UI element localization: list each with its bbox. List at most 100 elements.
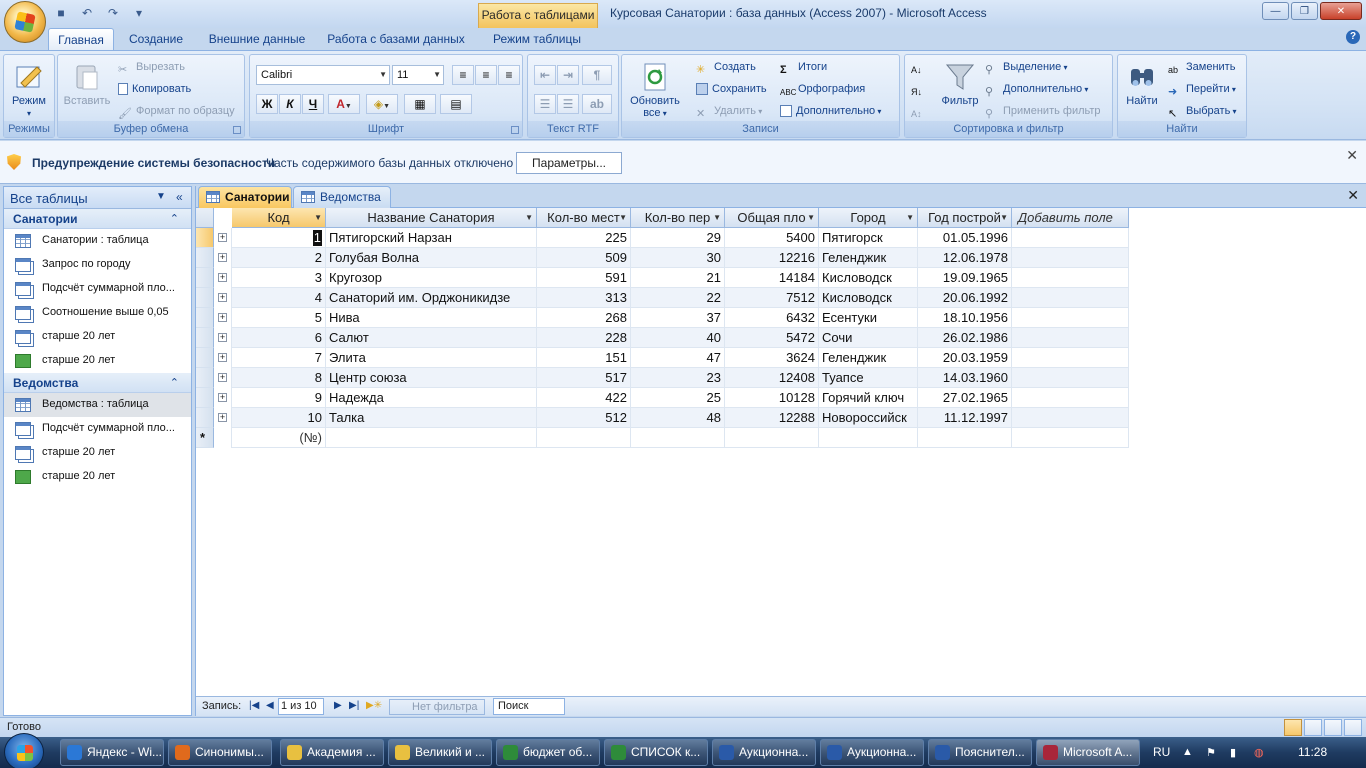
- totals-button[interactable]: Σ Итоги: [780, 58, 827, 76]
- taskbar-item[interactable]: Синонимы...: [168, 739, 272, 766]
- table-cell[interactable]: 20.06.1992: [918, 288, 1012, 308]
- table-cell[interactable]: [1012, 428, 1129, 448]
- table-cell[interactable]: Надежда: [326, 388, 537, 408]
- table-cell[interactable]: Санаторий им. Орджоникидзе: [326, 288, 537, 308]
- volume-muted-icon[interactable]: ◍: [1254, 746, 1266, 759]
- doc-tab-vedomstva[interactable]: Ведомства: [293, 186, 391, 208]
- table-cell[interactable]: (№): [232, 428, 326, 448]
- save-icon[interactable]: ■: [52, 5, 70, 21]
- underline-button[interactable]: Ч: [302, 94, 324, 114]
- table-cell[interactable]: 9: [232, 388, 326, 408]
- table-cell[interactable]: [1012, 368, 1129, 388]
- filter-status[interactable]: Нет фильтра: [389, 699, 485, 715]
- gridlines-button[interactable]: ▦: [404, 94, 436, 114]
- table-cell[interactable]: 20.03.1959: [918, 348, 1012, 368]
- taskbar-item[interactable]: Microsoft A...: [1036, 739, 1140, 766]
- table-cell[interactable]: 11.12.1997: [918, 408, 1012, 428]
- table-cell[interactable]: 5472: [725, 328, 819, 348]
- table-cell[interactable]: 591: [537, 268, 631, 288]
- chevron-down-icon[interactable]: ▼: [906, 208, 914, 227]
- customize-qat-icon[interactable]: ▾: [130, 5, 148, 21]
- search-input[interactable]: Поиск: [493, 698, 565, 715]
- table-cell[interactable]: 47: [631, 348, 725, 368]
- table-cell[interactable]: 48: [631, 408, 725, 428]
- table-cell[interactable]: 5: [232, 308, 326, 328]
- align-right-button[interactable]: ≡: [498, 65, 520, 85]
- table-cell[interactable]: 26.02.1986: [918, 328, 1012, 348]
- nav-item[interactable]: старше 20 лет: [4, 325, 191, 349]
- subdatasheet-expander[interactable]: +: [214, 368, 232, 388]
- table-cell[interactable]: 509: [537, 248, 631, 268]
- table-cell[interactable]: Новороссийск: [819, 408, 918, 428]
- bold-button[interactable]: Ж: [256, 94, 278, 114]
- select-all-corner[interactable]: [196, 208, 214, 228]
- table-cell[interactable]: 3: [232, 268, 326, 288]
- undo-icon[interactable]: ↶: [78, 5, 96, 21]
- show-hidden-icons-icon[interactable]: ▲: [1182, 746, 1194, 758]
- align-left-button[interactable]: ≡: [452, 65, 474, 85]
- table-cell[interactable]: 27.02.1965: [918, 388, 1012, 408]
- taskbar-item[interactable]: Пояснител...: [928, 739, 1032, 766]
- table-cell[interactable]: Геленджик: [819, 348, 918, 368]
- nav-item[interactable]: Санатории : таблица: [4, 229, 191, 253]
- paste-button[interactable]: Вставить: [60, 57, 114, 107]
- format-painter-button[interactable]: 🖌 Формат по образцу: [118, 102, 235, 120]
- dialog-launcher-icon[interactable]: [511, 126, 519, 134]
- table-cell[interactable]: 512: [537, 408, 631, 428]
- paragraph-direction-button[interactable]: ¶: [582, 65, 612, 85]
- table-cell[interactable]: 225: [537, 228, 631, 248]
- table-cell[interactable]: 29: [631, 228, 725, 248]
- font-size-combo[interactable]: 11 ▼: [392, 65, 444, 85]
- table-cell[interactable]: 22: [631, 288, 725, 308]
- nav-item[interactable]: Подсчёт суммарной пло...: [4, 417, 191, 441]
- replace-button[interactable]: ab Заменить: [1168, 58, 1235, 76]
- table-cell[interactable]: 2: [232, 248, 326, 268]
- bullets-button[interactable]: ☰: [557, 94, 579, 114]
- table-cell[interactable]: 30: [631, 248, 725, 268]
- row-selector[interactable]: [196, 248, 214, 268]
- table-cell[interactable]: 12408: [725, 368, 819, 388]
- nav-item[interactable]: Запрос по городу: [4, 253, 191, 277]
- toggle-filter-button[interactable]: ⚲ Применить фильтр: [985, 102, 1101, 120]
- column-header[interactable]: Добавить поле: [1012, 208, 1129, 228]
- security-options-button[interactable]: Параметры...: [516, 152, 622, 174]
- table-cell[interactable]: Пятигорск: [819, 228, 918, 248]
- table-cell[interactable]: Горячий ключ: [819, 388, 918, 408]
- table-cell[interactable]: Талка: [326, 408, 537, 428]
- close-icon[interactable]: ✕: [1347, 187, 1359, 204]
- table-cell[interactable]: Кисловодск: [819, 288, 918, 308]
- table-cell[interactable]: 10128: [725, 388, 819, 408]
- font-name-combo[interactable]: Calibri ▼: [256, 65, 390, 85]
- table-cell[interactable]: Салют: [326, 328, 537, 348]
- table-cell[interactable]: Геленджик: [819, 248, 918, 268]
- table-cell[interactable]: Центр союза: [326, 368, 537, 388]
- table-cell[interactable]: 23: [631, 368, 725, 388]
- table-cell[interactable]: [1012, 288, 1129, 308]
- table-cell[interactable]: [1012, 328, 1129, 348]
- table-cell[interactable]: Пятигорский Нарзан: [326, 228, 537, 248]
- subdatasheet-expander[interactable]: +: [214, 248, 232, 268]
- table-cell[interactable]: [1012, 248, 1129, 268]
- table-cell[interactable]: [1012, 308, 1129, 328]
- table-cell[interactable]: [1012, 408, 1129, 428]
- nav-item[interactable]: Соотношение выше 0,05: [4, 301, 191, 325]
- table-cell[interactable]: Кисловодск: [819, 268, 918, 288]
- table-cell[interactable]: 12.06.1978: [918, 248, 1012, 268]
- table-cell[interactable]: Сочи: [819, 328, 918, 348]
- copy-button[interactable]: Копировать: [118, 80, 191, 98]
- table-cell[interactable]: [1012, 348, 1129, 368]
- row-selector[interactable]: [196, 348, 214, 368]
- refresh-all-button[interactable]: Обновить все ▾: [625, 57, 685, 119]
- save-record-button[interactable]: Сохранить: [696, 80, 767, 98]
- more-records-button[interactable]: Дополнительно ▾: [780, 102, 881, 120]
- row-selector[interactable]: [196, 388, 214, 408]
- new-record-icon[interactable]: ▶✳: [366, 700, 382, 711]
- align-center-button[interactable]: ≡: [475, 65, 497, 85]
- table-cell[interactable]: Нива: [326, 308, 537, 328]
- spelling-button[interactable]: ABC Орфография: [780, 80, 865, 98]
- help-icon[interactable]: ?: [1346, 30, 1360, 44]
- table-cell[interactable]: 422: [537, 388, 631, 408]
- numbering-button[interactable]: ☰: [534, 94, 556, 114]
- table-cell[interactable]: 517: [537, 368, 631, 388]
- table-cell[interactable]: 21: [631, 268, 725, 288]
